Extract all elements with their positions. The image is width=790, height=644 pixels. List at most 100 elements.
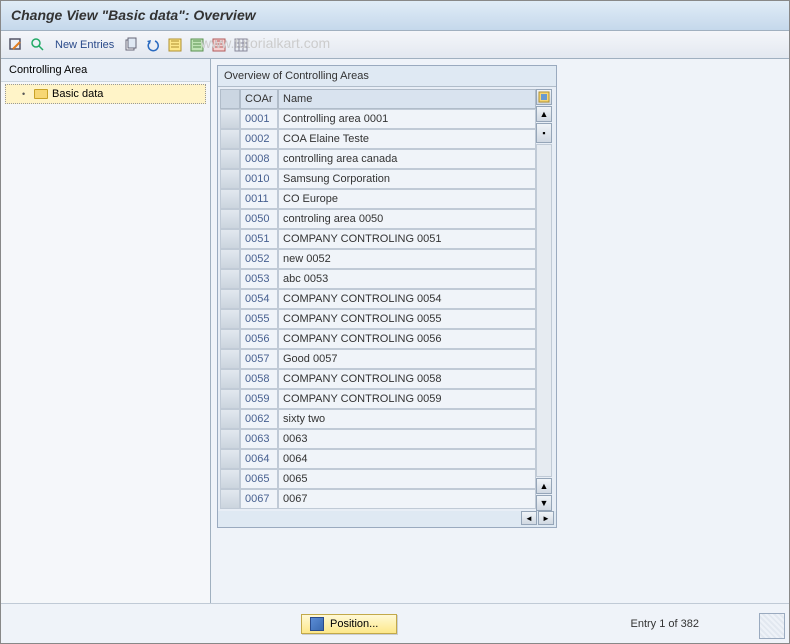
cell-name[interactable]: Good 0057 <box>278 349 536 369</box>
row-selector[interactable] <box>220 169 240 189</box>
row-selector[interactable] <box>220 109 240 129</box>
row-selector[interactable] <box>220 189 240 209</box>
cell-coar[interactable]: 0065 <box>240 469 278 489</box>
table-row[interactable]: 0050controling area 0050 <box>220 209 536 229</box>
cell-coar[interactable]: 0011 <box>240 189 278 209</box>
cell-name[interactable]: sixty two <box>278 409 536 429</box>
scroll-page-up-icon[interactable]: ▲ <box>536 478 552 494</box>
cell-coar[interactable]: 0052 <box>240 249 278 269</box>
cell-name[interactable]: COMPANY CONTROLING 0058 <box>278 369 536 389</box>
cell-name[interactable]: controling area 0050 <box>278 209 536 229</box>
row-selector[interactable] <box>220 389 240 409</box>
cell-name[interactable]: 0067 <box>278 489 536 509</box>
table-row[interactable]: 0002COA Elaine Teste <box>220 129 536 149</box>
cell-name[interactable]: Samsung Corporation <box>278 169 536 189</box>
scroll-down-icon[interactable]: ▼ <box>536 495 552 511</box>
copy-as-icon[interactable] <box>122 36 140 54</box>
cell-coar[interactable]: 0001 <box>240 109 278 129</box>
table-row[interactable]: 00670067 <box>220 489 536 509</box>
resize-handle-icon[interactable] <box>759 613 785 639</box>
table-settings-icon[interactable] <box>232 36 250 54</box>
table-row[interactable]: 0055COMPANY CONTROLING 0055 <box>220 309 536 329</box>
cell-coar[interactable]: 0053 <box>240 269 278 289</box>
row-selector[interactable] <box>220 309 240 329</box>
cell-coar[interactable]: 0057 <box>240 349 278 369</box>
row-selector[interactable] <box>220 129 240 149</box>
table-row[interactable]: 0011CO Europe <box>220 189 536 209</box>
table-row[interactable]: 0001Controlling area 0001 <box>220 109 536 129</box>
cell-coar[interactable]: 0063 <box>240 429 278 449</box>
scroll-thumb[interactable]: ▪ <box>536 123 552 143</box>
cell-name[interactable]: controlling area canada <box>278 149 536 169</box>
row-selector[interactable] <box>220 369 240 389</box>
cell-name[interactable]: COMPANY CONTROLING 0059 <box>278 389 536 409</box>
scroll-track[interactable] <box>536 144 552 477</box>
cell-name[interactable]: COMPANY CONTROLING 0054 <box>278 289 536 309</box>
cell-coar[interactable]: 0062 <box>240 409 278 429</box>
select-block-icon[interactable] <box>188 36 206 54</box>
scroll-left-icon[interactable]: ◄ <box>521 511 537 525</box>
table-row[interactable]: 00630063 <box>220 429 536 449</box>
cell-coar[interactable]: 0008 <box>240 149 278 169</box>
cell-coar[interactable]: 0059 <box>240 389 278 409</box>
table-row[interactable]: 00650065 <box>220 469 536 489</box>
select-all-icon[interactable] <box>166 36 184 54</box>
cell-name[interactable]: 0065 <box>278 469 536 489</box>
row-selector[interactable] <box>220 429 240 449</box>
table-row[interactable]: 0053abc 0053 <box>220 269 536 289</box>
cell-name[interactable]: COMPANY CONTROLING 0055 <box>278 309 536 329</box>
grid-horizontal-scrollbar[interactable]: ◄ ► <box>218 511 556 527</box>
row-selector[interactable] <box>220 329 240 349</box>
cell-coar[interactable]: 0067 <box>240 489 278 509</box>
row-selector[interactable] <box>220 229 240 249</box>
table-row[interactable]: 0008controlling area canada <box>220 149 536 169</box>
row-selector[interactable] <box>220 289 240 309</box>
cell-name[interactable]: 0063 <box>278 429 536 449</box>
table-row[interactable]: 0052new 0052 <box>220 249 536 269</box>
row-selector[interactable] <box>220 249 240 269</box>
toggle-display-change-icon[interactable] <box>7 36 25 54</box>
table-row[interactable]: 0056COMPANY CONTROLING 0056 <box>220 329 536 349</box>
row-selector[interactable] <box>220 149 240 169</box>
table-row[interactable]: 0054COMPANY CONTROLING 0054 <box>220 289 536 309</box>
cell-name[interactable]: abc 0053 <box>278 269 536 289</box>
scroll-up-icon[interactable]: ▲ <box>536 106 552 122</box>
table-row[interactable]: 0051COMPANY CONTROLING 0051 <box>220 229 536 249</box>
find-icon[interactable] <box>29 36 47 54</box>
row-selector[interactable] <box>220 489 240 509</box>
cell-name[interactable]: COMPANY CONTROLING 0056 <box>278 329 536 349</box>
cell-name[interactable]: COA Elaine Teste <box>278 129 536 149</box>
cell-name[interactable]: CO Europe <box>278 189 536 209</box>
cell-name[interactable]: 0064 <box>278 449 536 469</box>
grid-header-name[interactable]: Name <box>278 89 536 109</box>
table-row[interactable]: 0058COMPANY CONTROLING 0058 <box>220 369 536 389</box>
cell-name[interactable]: COMPANY CONTROLING 0051 <box>278 229 536 249</box>
row-selector[interactable] <box>220 449 240 469</box>
position-button[interactable]: Position... <box>301 614 397 634</box>
scroll-right-icon[interactable]: ► <box>538 511 554 525</box>
cell-coar[interactable]: 0010 <box>240 169 278 189</box>
row-selector[interactable] <box>220 469 240 489</box>
table-row[interactable]: 00640064 <box>220 449 536 469</box>
nav-item-basic-data[interactable]: • Basic data <box>5 84 206 104</box>
cell-coar[interactable]: 0058 <box>240 369 278 389</box>
undo-change-icon[interactable] <box>144 36 162 54</box>
grid-config-icon[interactable] <box>536 89 552 105</box>
cell-coar[interactable]: 0064 <box>240 449 278 469</box>
grid-vertical-scrollbar[interactable]: ▲ ▪ ▲ ▼ <box>536 89 554 511</box>
table-row[interactable]: 0062sixty two <box>220 409 536 429</box>
cell-coar[interactable]: 0054 <box>240 289 278 309</box>
grid-header-coar[interactable]: COAr <box>240 89 278 109</box>
table-row[interactable]: 0057Good 0057 <box>220 349 536 369</box>
cell-coar[interactable]: 0056 <box>240 329 278 349</box>
cell-coar[interactable]: 0002 <box>240 129 278 149</box>
row-selector[interactable] <box>220 409 240 429</box>
row-selector[interactable] <box>220 269 240 289</box>
deselect-all-icon[interactable] <box>210 36 228 54</box>
cell-coar[interactable]: 0050 <box>240 209 278 229</box>
cell-coar[interactable]: 0051 <box>240 229 278 249</box>
cell-name[interactable]: Controlling area 0001 <box>278 109 536 129</box>
row-selector[interactable] <box>220 209 240 229</box>
row-selector[interactable] <box>220 349 240 369</box>
new-entries-button[interactable]: New Entries <box>51 39 118 51</box>
